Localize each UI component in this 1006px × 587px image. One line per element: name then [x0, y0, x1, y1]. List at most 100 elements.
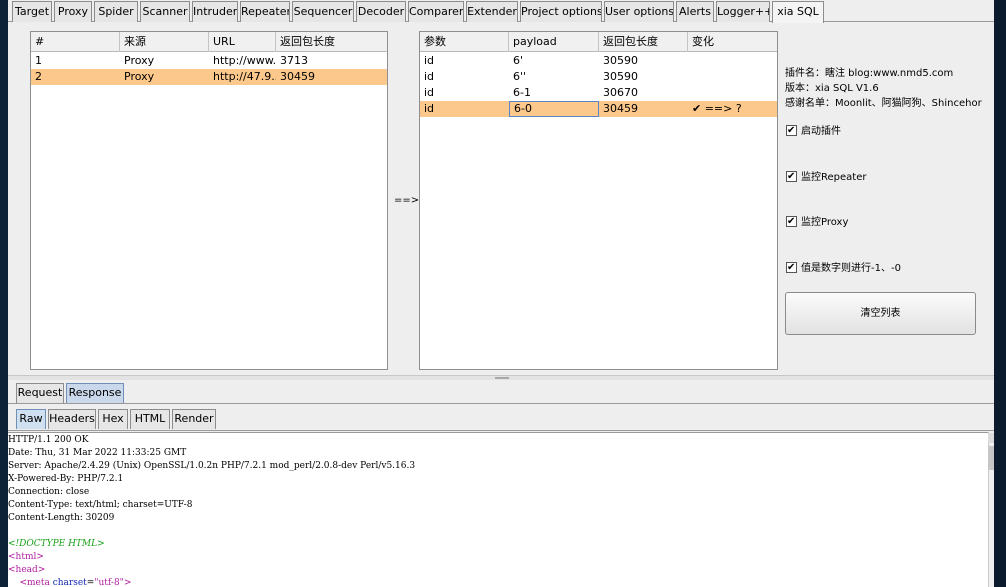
response-line: Date: Thu, 31 Mar 2022 11:33:25 GMT — [8, 448, 187, 458]
col-url[interactable]: URL — [209, 32, 276, 52]
cell-number: 1 — [35, 54, 42, 67]
tab-request[interactable]: Request — [16, 383, 64, 403]
tab-user-options[interactable]: User options — [604, 1, 674, 22]
response-line: Server: Apache/2.4.29 (Unix) OpenSSL/1.0… — [8, 461, 416, 471]
enable-plugin-checkbox[interactable]: 启动插件 — [786, 124, 841, 139]
meta-indent — [8, 578, 19, 587]
tab-proxy[interactable]: Proxy — [54, 1, 92, 22]
tab-logger[interactable]: Logger++ — [716, 1, 770, 22]
splitter-grip-icon[interactable] — [495, 377, 509, 379]
col-payload[interactable]: payload — [509, 32, 599, 52]
tab-response[interactable]: Response — [66, 383, 124, 403]
monitor-repeater-checkbox[interactable]: 监控Repeater — [786, 170, 867, 185]
cell-change — [688, 53, 777, 69]
response-line: Content-Length: 30209 — [8, 513, 115, 523]
tab-hex[interactable]: Hex — [98, 409, 128, 429]
plugin-thanks-text: 感谢名单：Moonlit、阿猫阿狗、Shincehor — [785, 98, 982, 109]
tab-project-options[interactable]: Project options — [520, 1, 602, 22]
tab-sequencer[interactable]: Sequencer — [292, 1, 354, 22]
tab-repeater[interactable]: Repeater — [240, 1, 290, 22]
cell-payload[interactable]: 6-0 — [509, 101, 599, 117]
tab-render[interactable]: Render — [172, 409, 216, 429]
enable-plugin-label: 启动插件 — [801, 126, 841, 137]
burp-window: Target Proxy Spider Scanner Intruder Rep… — [8, 0, 994, 587]
table-row[interactable]: 1 Proxy http://www... 3713 — [31, 53, 387, 69]
cell-source: Proxy — [124, 70, 155, 83]
meta-close-bracket: > — [123, 578, 132, 587]
request-list-table[interactable]: # 来源 URL 返回包长度 1 Proxy http://www... 371… — [30, 31, 388, 370]
meta-open-bracket: < — [19, 578, 27, 587]
tab-xia-sql[interactable]: xia SQL — [772, 1, 824, 23]
cell-length: 30590 — [603, 70, 638, 83]
response-html-line: <html> — [8, 552, 44, 562]
numeric-minus-label: 值是数字则进行-1、-0 — [801, 263, 901, 274]
table-row[interactable]: 2 Proxy http://47.9... 30459 — [31, 69, 387, 85]
tab-scanner[interactable]: Scanner — [140, 1, 190, 22]
response-line: Content-Type: text/html; charset=UTF-8 — [8, 500, 193, 510]
response-line: X-Powered-By: PHP/7.2.1 — [8, 474, 124, 484]
cell-payload: 6'' — [513, 70, 527, 83]
request-list-header: # 来源 URL 返回包长度 — [31, 32, 387, 52]
cell-change — [688, 85, 777, 101]
response-line: HTTP/1.1 200 OK — [8, 435, 89, 445]
tab-spider[interactable]: Spider — [94, 1, 138, 22]
cell-param: id — [424, 86, 435, 99]
meta-attr-name: charset — [52, 578, 87, 587]
response-doctype-line: <!DOCTYPE HTML> — [8, 539, 105, 549]
table-row[interactable]: id 6-0 30459 ✔ ==> ? — [420, 101, 777, 117]
checkbox-checked-icon[interactable] — [786, 124, 797, 137]
meta-tag-name: meta — [27, 578, 50, 587]
cell-param: id — [424, 54, 435, 67]
tab-alerts[interactable]: Alerts — [676, 1, 714, 22]
right-window-edge — [994, 0, 1006, 587]
checkbox-checked-icon[interactable] — [786, 261, 797, 274]
xia-sql-panel: # 来源 URL 返回包长度 1 Proxy http://www... 371… — [8, 23, 994, 375]
checkbox-checked-icon[interactable] — [786, 215, 797, 228]
response-meta-line: <meta charset="utf-8"> — [8, 577, 992, 587]
cell-change: ✔ ==> ? — [692, 102, 742, 115]
table-row[interactable]: id 6'' 30590 — [420, 69, 777, 85]
cell-param: id — [424, 70, 435, 83]
cell-length: 30459 — [280, 70, 315, 83]
response-head-line: <head> — [8, 565, 46, 575]
response-line: Connection: close — [8, 487, 90, 497]
payload-result-header: 参数 payload 返回包长度 变化 — [420, 32, 777, 52]
tab-decoder[interactable]: Decoder — [356, 1, 406, 22]
clear-list-button[interactable]: 清空列表 — [785, 292, 976, 335]
tab-headers[interactable]: Headers — [48, 409, 96, 429]
tab-comparer[interactable]: Comparer — [408, 1, 464, 22]
tab-target[interactable]: Target — [12, 1, 52, 22]
cell-length: 30590 — [603, 54, 638, 67]
col-change[interactable]: 变化 — [688, 32, 777, 52]
table-row[interactable]: id 6-1 30670 — [420, 85, 777, 101]
col-source[interactable]: 来源 — [120, 32, 209, 52]
col-number[interactable]: # — [31, 32, 120, 52]
cell-url: http://47.9... — [213, 70, 276, 83]
raw-response-editor[interactable]: HTTP/1.1 200 OK Date: Thu, 31 Mar 2022 1… — [8, 432, 992, 587]
cell-source: Proxy — [124, 54, 155, 67]
tab-html[interactable]: HTML — [130, 409, 170, 429]
view-tab-bar: Raw Headers Hex HTML Render — [8, 405, 994, 431]
monitor-repeater-label: 监控Repeater — [801, 172, 867, 183]
cell-url: http://www... — [213, 54, 276, 67]
plugin-version-text: 版本：xia SQL V1.6 — [785, 83, 879, 94]
tab-extender[interactable]: Extender — [466, 1, 518, 22]
table-row[interactable]: id 6' 30590 — [420, 53, 777, 69]
tab-intruder[interactable]: Intruder — [192, 1, 238, 22]
meta-attr-value: "utf-8" — [94, 578, 124, 587]
left-window-edge — [0, 0, 8, 587]
col-response-length[interactable]: 返回包长度 — [599, 32, 688, 52]
message-tab-bar: Request Response — [8, 380, 994, 404]
cell-length: 3713 — [280, 54, 308, 67]
main-tab-bar: Target Proxy Spider Scanner Intruder Rep… — [8, 0, 994, 23]
numeric-minus-checkbox[interactable]: 值是数字则进行-1、-0 — [786, 261, 901, 276]
col-response-length[interactable]: 返回包长度 — [276, 32, 387, 52]
tab-raw[interactable]: Raw — [16, 409, 46, 429]
checkbox-checked-icon[interactable] — [786, 170, 797, 183]
cell-number: 2 — [35, 70, 42, 83]
plugin-name-text: 插件名：瞎注 blog:www.nmd5.com — [785, 68, 954, 79]
payload-result-table[interactable]: 参数 payload 返回包长度 变化 id 6' 30590 id 6'' 3… — [419, 31, 778, 370]
col-param[interactable]: 参数 — [420, 32, 509, 52]
monitor-proxy-checkbox[interactable]: 监控Proxy — [786, 215, 848, 230]
